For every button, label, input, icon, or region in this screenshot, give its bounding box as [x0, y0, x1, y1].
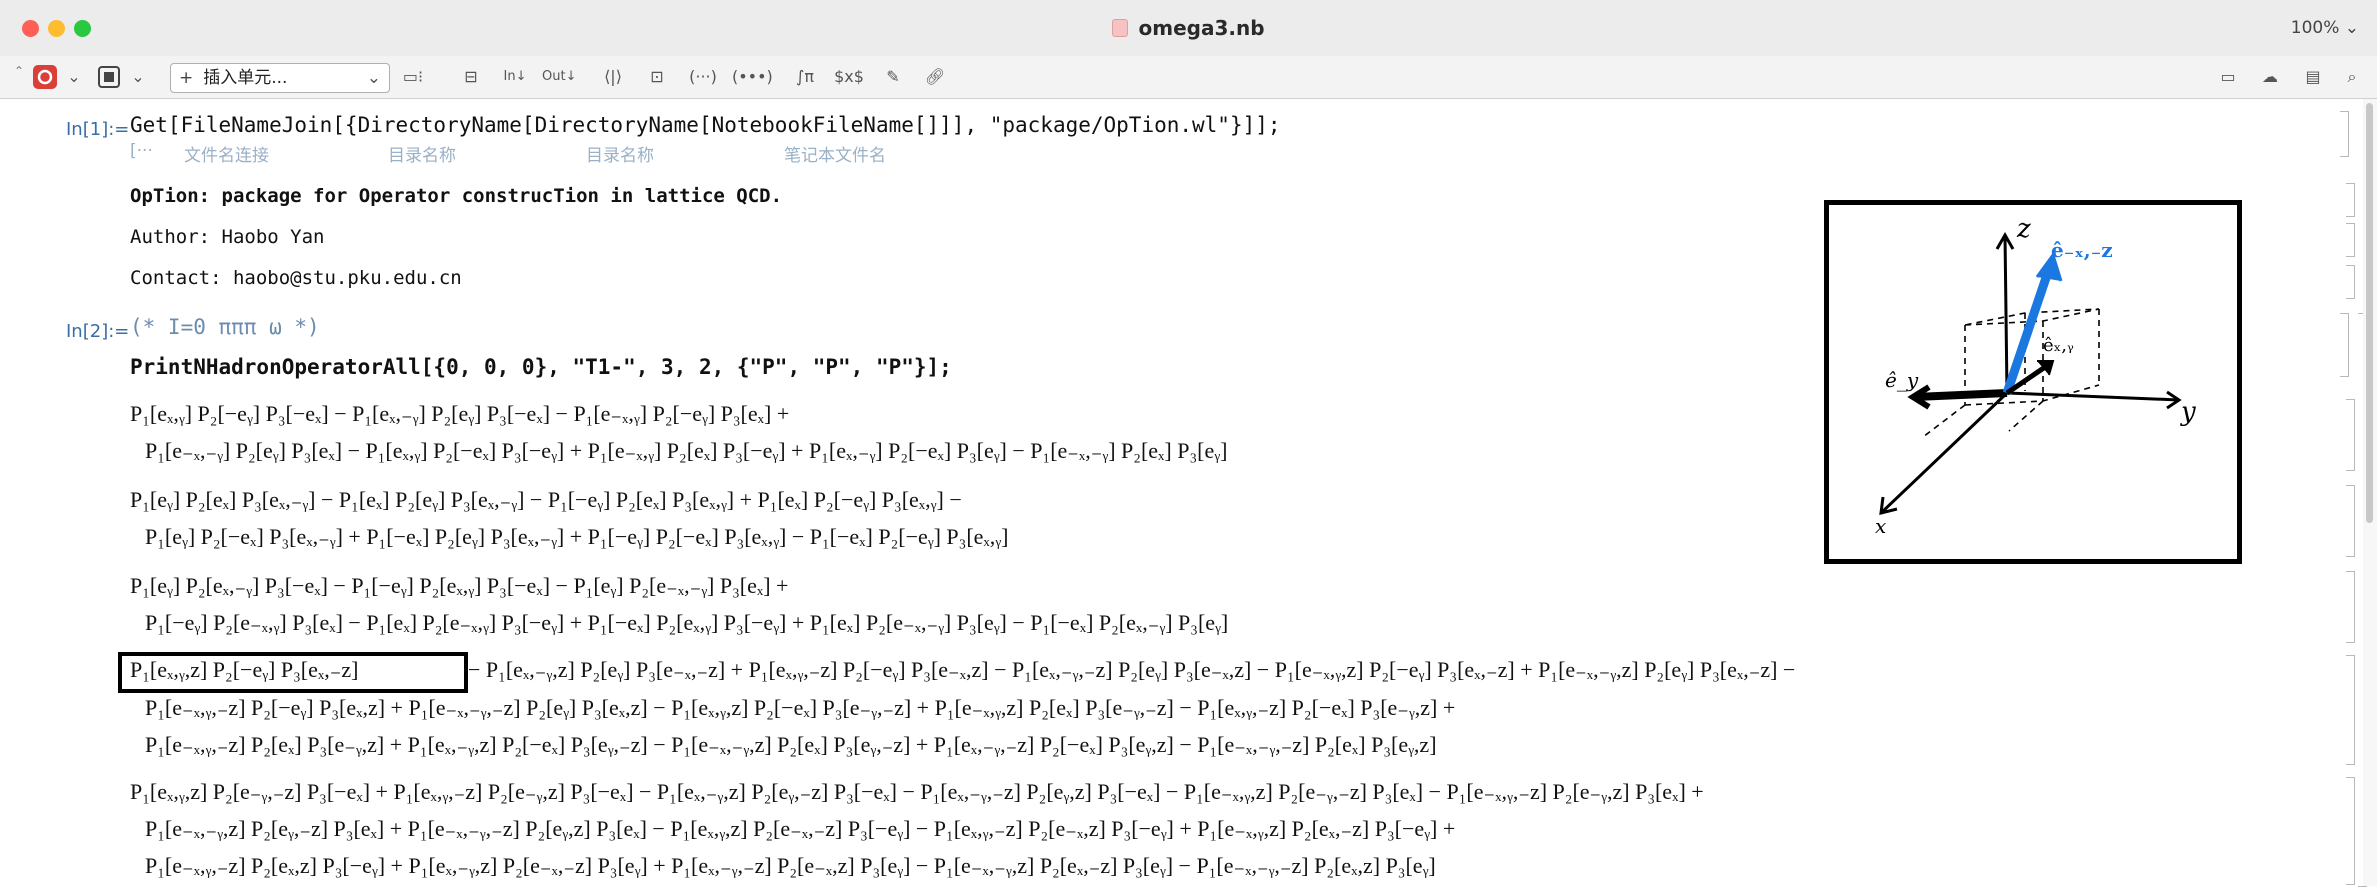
output-line: P₁[eᵧ] P₂[eₓ,₋ᵧ] P₃[−eₓ] − P₁[−eᵧ] P₂[eₓ…: [130, 573, 789, 598]
output-line: P₁[e₋ₓ,ᵧ,₋z] P₂[eₓ,z] P₃[−eᵧ] + P₁[eₓ,₋ᵧ…: [145, 853, 1436, 878]
cell-bracket-icon[interactable]: ▭⁝: [400, 64, 426, 90]
input-cell-2[interactable]: PrintNHadronOperatorAll[{0, 0, 0}, "T1-"…: [130, 355, 952, 379]
output-line: P₁[e₋ₓ,ᵧ,₋z] P₂[eₓ] P₃[e₋ᵧ,z] + P₁[eₓ,₋ᵧ…: [145, 732, 1437, 757]
window-title-text: omega3.nb: [1138, 16, 1265, 40]
cell-label-in2: In[2]:=: [66, 321, 130, 342]
stop-icon[interactable]: [96, 64, 122, 90]
chevron-down-icon[interactable]: ⌄: [130, 64, 146, 90]
output-line: P₁[eₓ,ᵧ] P₂[−eᵧ] P₃[−eₓ] − P₁[eₓ,₋ᵧ] P₂[…: [130, 401, 790, 426]
cell-bracket[interactable]: [2346, 571, 2355, 643]
cell-label-in1: In[1]:=: [66, 119, 130, 140]
hint-filenamejoin: 文件名连接: [184, 146, 269, 166]
y-axis-label: y: [2180, 397, 2196, 427]
output-line: P₁[e₋ₓ,₋ᵧ,z] P₂[eᵧ,₋z] P₃[eₓ] + P₁[e₋ₓ,₋…: [145, 816, 1456, 841]
output-line: P₁[eₓ,ᵧ,z] P₂[e₋ᵧ,₋z] P₃[−eₓ] + P₁[eₓ,ᵧ,…: [130, 779, 1704, 804]
expand-icon[interactable]: ⌃: [14, 58, 24, 84]
evaluation-icon[interactable]: [30, 64, 60, 90]
math-input-icon[interactable]: ∫π: [790, 64, 820, 90]
output-line: P₁[eᵧ] P₂[−eₓ] P₃[eₓ,₋ᵧ] + P₁[−eₓ] P₂[eᵧ…: [145, 524, 1009, 549]
cell-bracket[interactable]: [2346, 223, 2355, 257]
vertical-scrollbar[interactable]: [2363, 99, 2377, 886]
notebook-toolbar: ⌃ ⌄ ⌄ + 插入单元... ⌄ ▭⁝ ⊟ In↓ Out↓ ⟨|⟩ ⊡ (···…: [0, 56, 2377, 99]
output-line: P₁[eᵧ] P₂[eₓ] P₃[eₓ,₋ᵧ] − P₁[eₓ] P₂[eᵧ] …: [130, 487, 962, 512]
axes-sketch: z y x ê₋ₓ,₋z êₓ,ᵧ ê_y: [1875, 214, 2196, 538]
chevron-down-icon[interactable]: ⌄: [66, 64, 82, 90]
z-axis: [2003, 234, 2009, 394]
cell-bracket[interactable]: [2346, 485, 2355, 557]
chevron-down-icon: ⌄: [366, 68, 381, 88]
output-line: P₁[e₋ₓ,ᵧ,₋z] P₂[−eᵧ] P₃[eₓ,z] + P₁[e₋ₓ,₋…: [145, 695, 1456, 720]
hint-ellipsis: [···: [130, 141, 153, 161]
output-line: P₁[−eᵧ] P₂[e₋ₓ,ᵧ] P₃[eₓ] − P₁[eₓ] P₂[e₋ₓ…: [145, 610, 1229, 635]
cell-bracket[interactable]: [2346, 265, 2355, 299]
search-icon[interactable]: ⌕: [2340, 64, 2364, 90]
code-comment: (* I=0 πππ ω *): [130, 315, 320, 339]
zoom-menu[interactable]: 100% ⌄: [2291, 18, 2359, 38]
input-cell-1[interactable]: Get[FileNameJoin[{DirectoryName[Director…: [130, 113, 1281, 137]
more-icon[interactable]: (···): [688, 64, 718, 90]
merge-cell-icon[interactable]: ⊡: [644, 64, 670, 90]
highlighted-term: P₁[eₓ,ᵧ,z] P₂[−eᵧ] P₃[eₓ,₋z]: [130, 657, 359, 682]
cell-style-label: 插入单元...: [203, 68, 288, 88]
cell-bracket[interactable]: [2346, 399, 2355, 471]
cell-bracket[interactable]: [2346, 655, 2355, 765]
cloud-upload-icon[interactable]: ☁: [2256, 64, 2284, 90]
cell-bracket[interactable]: [2340, 111, 2349, 157]
cell-group-icon[interactable]: ⊟: [458, 64, 484, 90]
split-cell-icon[interactable]: ⟨|⟩: [598, 64, 628, 90]
print-contact: Contact: haobo@stu.pku.edu.cn: [130, 267, 462, 289]
left-vector-label: ê_y: [1885, 368, 1919, 392]
documentation-icon[interactable]: ▤: [2298, 64, 2328, 90]
tex-input-icon[interactable]: $x$: [834, 64, 864, 90]
x-axis: [1879, 391, 2009, 515]
title-bar: omega3.nb 100% ⌄: [0, 0, 2377, 57]
comment-cell[interactable]: (* I=0 πππ ω *): [130, 315, 320, 339]
comment-icon[interactable]: ▭: [2214, 64, 2242, 90]
output-cell-icon[interactable]: Out↓: [542, 64, 576, 90]
vector-e-y: [1914, 389, 2008, 401]
link-icon[interactable]: 🔗︎: [922, 64, 948, 90]
y-axis: [2006, 391, 2180, 402]
template-icon[interactable]: (•••): [732, 64, 773, 90]
window-title: omega3.nb: [0, 16, 2377, 40]
hint-directoryname: 目录名称: [388, 146, 456, 166]
scrollbar-thumb[interactable]: [2366, 103, 2373, 523]
coordinate-sketch-figure: z y x ê₋ₓ,₋z êₓ,ᵧ ê_y: [1824, 200, 2242, 564]
cell-bracket[interactable]: [2346, 777, 2355, 885]
output-line: P₁[e₋ₓ,₋ᵧ] P₂[eᵧ] P₃[eₓ] − P₁[eₓ,ᵧ] P₂[−…: [145, 438, 1228, 463]
vector-blue: [2002, 261, 2056, 395]
cell-bracket[interactable]: [2340, 313, 2349, 377]
output-line: − P₁[eₓ,₋ᵧ,z] P₂[eᵧ] P₃[e₋ₓ,₋z] + P₁[eₓ,…: [468, 657, 1796, 682]
z-axis-label: z: [2016, 214, 2031, 244]
x-axis-label: x: [1875, 514, 1886, 538]
black-vector-label: êₓ,ᵧ: [2043, 335, 2074, 356]
hint-directoryname-2: 目录名称: [586, 146, 654, 166]
hint-notebookfilename: 笔记本文件名: [784, 146, 886, 166]
blue-vector-label: ê₋ₓ,₋z: [2051, 238, 2113, 262]
input-cell-icon[interactable]: In↓: [500, 64, 530, 90]
print-author: Author: Haobo Yan: [130, 226, 325, 248]
print-package-title: OpTion: package for Operator construcTio…: [130, 185, 783, 207]
notebook-file-icon: [1112, 19, 1129, 37]
drawing-tool-icon[interactable]: ✎: [880, 64, 906, 90]
cell-style-select[interactable]: + 插入单元... ⌄: [170, 63, 390, 93]
cell-bracket[interactable]: [2346, 183, 2355, 217]
